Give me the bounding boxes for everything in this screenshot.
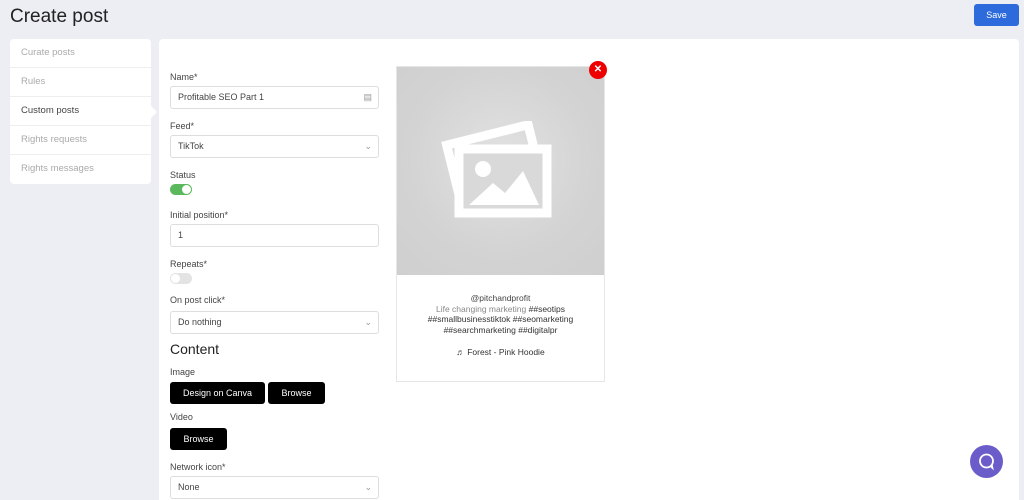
sidebar-item-custom-posts[interactable]: Custom posts bbox=[10, 97, 157, 126]
chevron-down-icon: ⌄ bbox=[364, 317, 372, 327]
initial-position-label: Initial position* bbox=[170, 210, 229, 220]
feed-label: Feed* bbox=[170, 121, 195, 131]
preview-tags-3: ##searchmarketing ##digitalpr bbox=[443, 324, 558, 335]
feed-value: TikTok bbox=[178, 141, 204, 151]
preview-tags-2: ##smallbusinesstiktok ##seomarketing bbox=[427, 314, 574, 324]
video-browse-button[interactable]: Browse bbox=[170, 428, 227, 450]
preview-caption-muted: Life changing marketing bbox=[435, 303, 527, 314]
on-post-click-label: On post click* bbox=[170, 295, 226, 305]
main-panel: Name* Profitable SEO Part 1 ▤ Feed* TikT… bbox=[159, 39, 1019, 500]
preview-tags-1: ##seotips bbox=[528, 303, 566, 314]
page-title: Create post bbox=[10, 6, 109, 27]
repeats-toggle[interactable] bbox=[170, 273, 192, 284]
remove-preview-close-icon[interactable]: ✕ bbox=[589, 61, 607, 79]
post-preview-card: @pitchandprofit Life changing marketing … bbox=[396, 66, 605, 382]
name-value: Profitable SEO Part 1 bbox=[178, 92, 265, 102]
video-label: Video bbox=[170, 412, 193, 422]
image-label: Image bbox=[170, 367, 196, 377]
sidebar-item-rights-requests[interactable]: Rights requests bbox=[10, 126, 151, 155]
status-toggle[interactable] bbox=[170, 184, 192, 195]
on-post-click-select[interactable]: Do nothing ⌄ bbox=[170, 311, 379, 334]
on-post-click-value: Do nothing bbox=[178, 317, 222, 327]
clipboard-icon: ▤ bbox=[363, 92, 372, 102]
save-button[interactable]: Save bbox=[974, 4, 1019, 26]
network-icon-select[interactable]: None ⌄ bbox=[170, 476, 379, 499]
name-field[interactable]: Profitable SEO Part 1 ▤ bbox=[170, 86, 379, 109]
preview-image-placeholder bbox=[397, 67, 604, 275]
preview-handle: @pitchandprofit bbox=[470, 293, 531, 303]
sidebar-item-curate-posts[interactable]: Curate posts bbox=[10, 39, 151, 68]
sidebar-nav: Curate posts Rules Custom posts Rights r… bbox=[10, 39, 157, 184]
repeats-label: Repeats* bbox=[170, 259, 208, 269]
initial-position-value: 1 bbox=[178, 230, 184, 240]
sidebar-item-rights-messages[interactable]: Rights messages bbox=[10, 155, 151, 184]
chevron-down-icon: ⌄ bbox=[364, 482, 372, 492]
sidebar-item-rules[interactable]: Rules bbox=[10, 68, 151, 97]
network-icon-value: None bbox=[178, 482, 200, 492]
design-on-canva-button[interactable]: Design on Canva bbox=[170, 382, 265, 404]
image-placeholder-icon bbox=[441, 121, 552, 218]
feed-select[interactable]: TikTok ⌄ bbox=[170, 135, 379, 158]
chat-bubble-icon bbox=[979, 453, 994, 471]
preview-music: ♬ Forest - Pink Hoodie bbox=[456, 347, 545, 357]
preview-caption: @pitchandprofit Life changing marketing … bbox=[397, 293, 604, 335]
status-label: Status bbox=[170, 170, 196, 180]
help-chat-button[interactable] bbox=[970, 445, 1003, 478]
network-icon-label: Network icon* bbox=[170, 462, 226, 472]
initial-position-input[interactable]: 1 bbox=[170, 224, 379, 247]
content-section-title: Content bbox=[170, 341, 220, 357]
name-label: Name* bbox=[170, 72, 198, 82]
chevron-down-icon: ⌄ bbox=[364, 141, 372, 151]
image-browse-button[interactable]: Browse bbox=[268, 382, 325, 404]
